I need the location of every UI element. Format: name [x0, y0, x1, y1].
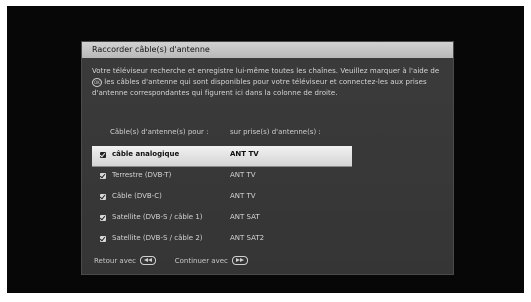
antenna-port: ANT SAT2 [230, 234, 265, 242]
dialog-title: Raccorder câble(s) d'antenne [82, 42, 453, 58]
cable-row-dvb-t[interactable]: Terrestre (DVB-T) ANT TV [92, 167, 352, 188]
cable-list: câble analogique ANT TV Terrestre (DVB-T… [92, 146, 352, 251]
cable-name: câble analogique [112, 150, 180, 158]
cable-column-header: Câble(s) d'antenne(s) pour : [110, 128, 209, 136]
fast-forward-button-icon [232, 256, 249, 265]
cable-name: Satellite (DVB-S / câble 1) [112, 213, 203, 221]
dialog-footer: Retour avec Continuer avec [94, 256, 249, 265]
column-headers: Câble(s) d'antenne(s) pour : sur prise(s… [110, 128, 321, 136]
ok-button-icon: OK [92, 78, 102, 87]
checkbox[interactable] [100, 173, 106, 179]
cable-name: Câble (DVB-C) [112, 192, 162, 200]
cable-row-dvb-c[interactable]: Câble (DVB-C) ANT TV [92, 188, 352, 209]
continue-hint[interactable]: Continuer avec [174, 256, 249, 265]
back-hint[interactable]: Retour avec [94, 256, 158, 265]
description-text-2: les câbles d'antenne qui sont disponible… [92, 78, 427, 97]
cable-row-sat-2[interactable]: Satellite (DVB-S / câble 2) ANT SAT2 [92, 230, 352, 251]
antenna-port: ANT TV [230, 192, 256, 200]
cable-row-sat-1[interactable]: Satellite (DVB-S / câble 1) ANT SAT [92, 209, 352, 230]
cable-name: Terrestre (DVB-T) [112, 171, 172, 179]
back-label: Retour avec [94, 256, 137, 265]
tv-screen: Raccorder câble(s) d'antenne Votre télév… [7, 6, 524, 293]
tv-frame: Raccorder câble(s) d'antenne Votre télév… [0, 0, 531, 302]
rewind-button-icon [140, 256, 157, 265]
continue-label: Continuer avec [174, 256, 228, 265]
cable-row-analog[interactable]: câble analogique ANT TV [92, 146, 352, 167]
description-text-1: Votre téléviseur recherche et enregistre… [92, 67, 440, 75]
cable-name: Satellite (DVB-S / câble 2) [112, 234, 203, 242]
antenna-port: ANT TV [230, 171, 256, 179]
port-column-header: sur prise(s) d'antenne(s) : [230, 128, 321, 136]
checkbox[interactable] [100, 236, 106, 242]
antenna-port: ANT SAT [230, 213, 260, 221]
checkbox[interactable] [100, 215, 106, 221]
checkbox[interactable] [100, 152, 106, 158]
antenna-dialog: Raccorder câble(s) d'antenne Votre télév… [81, 41, 454, 275]
antenna-port: ANT TV [230, 150, 259, 158]
dialog-description: Votre téléviseur recherche et enregistre… [92, 66, 448, 99]
checkbox[interactable] [100, 194, 106, 200]
